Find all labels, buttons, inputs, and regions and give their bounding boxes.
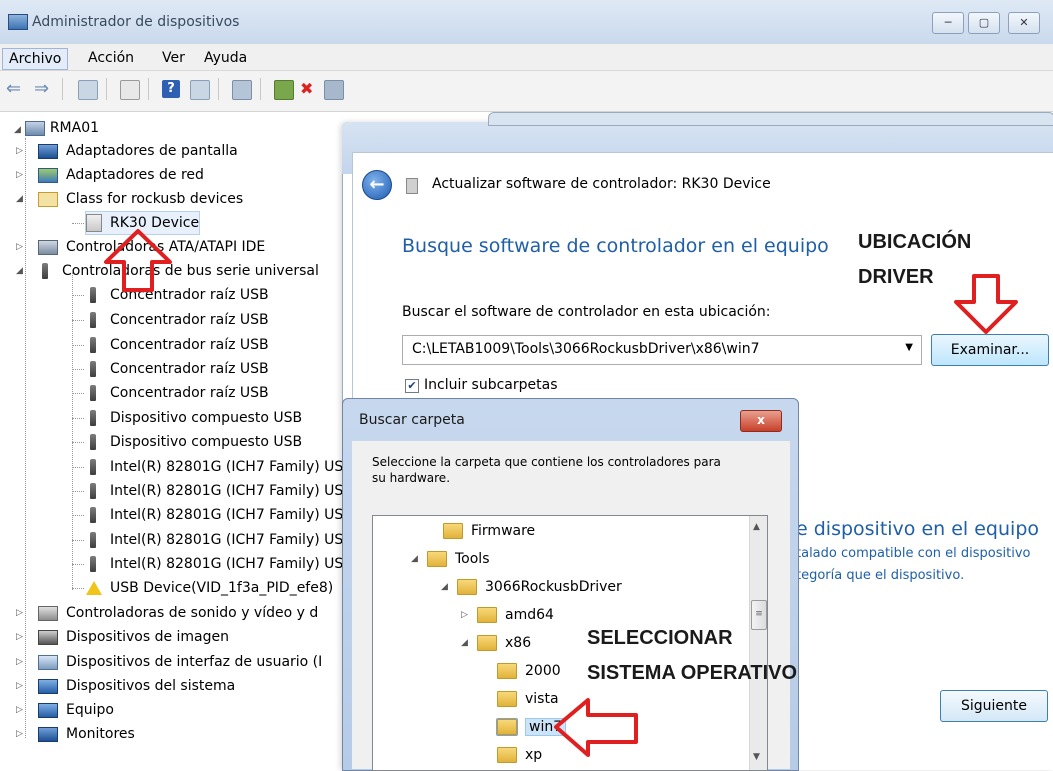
annotation-ubicacion: UBICACIÓN xyxy=(858,231,972,253)
annotation-layer xyxy=(104,229,1018,757)
annotation-driver: DRIVER xyxy=(858,266,934,288)
annotation-sistema-operativo: SISTEMA OPERATIVO xyxy=(587,662,798,684)
annotation-seleccionar: SELECCIONAR xyxy=(587,627,733,649)
up-arrow-rk30 xyxy=(104,229,172,292)
left-arrow-win7 xyxy=(554,698,638,757)
down-arrow-examinar xyxy=(954,274,1018,334)
